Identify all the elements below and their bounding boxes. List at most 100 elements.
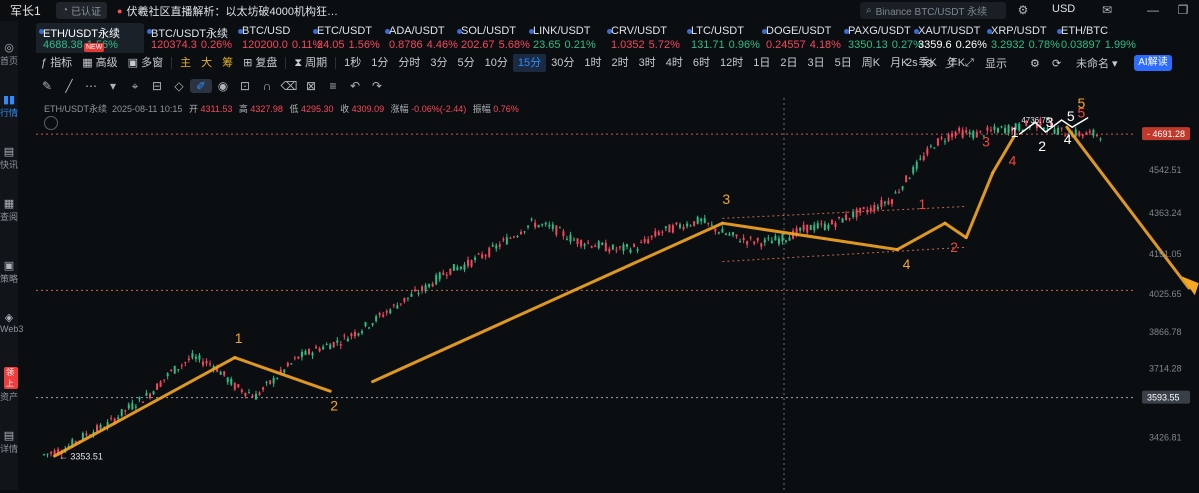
sidebar-item-strategy[interactable]: ▣ 策略 — [0, 259, 18, 285]
share-icon[interactable]: ⤴ — [945, 54, 956, 72]
toolbar-item-17[interactable]: 2时 — [607, 54, 634, 72]
price-chart[interactable]: 1 2 3 4 5 1 2 3 4 5 1 2 3 4 5 ← 3353.51 4736.78 4542.51 43… — [36, 95, 1199, 490]
candle-body — [608, 248, 611, 252]
tab-last-price: 0.24557 — [766, 39, 806, 51]
toolbar-item-9[interactable]: 1分 — [366, 54, 393, 72]
sidebar-item-home[interactable]: ◎ 首页 — [0, 41, 18, 67]
undo-icon[interactable]: ↶ — [344, 79, 366, 93]
candle-body — [177, 369, 180, 371]
tab-ltc-usdt[interactable]: LTC/USDT 131.71 0.96% — [684, 23, 760, 53]
sidebar-item-web3[interactable]: ◈ Web3 — [0, 311, 23, 334]
toolbar-item-4[interactable]: 大 — [196, 54, 217, 72]
toolbar-item-16[interactable]: 1时 — [579, 54, 606, 72]
tab-price: 4688.381.56% — [43, 39, 118, 51]
fullscreen-icon[interactable]: ⤢ — [965, 54, 974, 72]
tab-btc-usdt--[interactable]: BTC/USDT永续 120374.3 0.26% — [144, 23, 235, 53]
tab-eth-btc[interactable]: ETH/BTC 0.03897 1.99% — [1054, 23, 1136, 53]
toolbar-item-6[interactable]: ⊞ 复盘 — [238, 54, 282, 72]
tab-btc-usd[interactable]: BTC/USD 120200.0 0.11% — [235, 23, 322, 53]
camera-icon[interactable]: ⊙ — [925, 54, 934, 72]
trend-line-icon[interactable]: ╱ — [58, 79, 80, 93]
ai-interpret-button[interactable]: AI解读 — [1134, 55, 1172, 71]
toolbar-label: 周期 — [305, 57, 328, 69]
toolbar-item-2[interactable]: ▣ 多窗 — [123, 54, 168, 72]
toolbar-item-7[interactable]: ⧗ 周期 — [289, 54, 332, 72]
marker-icon[interactable]: ◇ — [168, 79, 190, 93]
sidebar-item-news[interactable]: ▤ 快讯 — [0, 145, 18, 171]
candle-body — [255, 393, 257, 400]
candle-body — [286, 362, 289, 367]
toolbar-item-21[interactable]: 12时 — [715, 54, 748, 72]
toolbar-item-10[interactable]: 分时 — [393, 54, 425, 72]
layout-select[interactable]: 未命名 ▾ — [1076, 54, 1118, 72]
toolbar-item-12[interactable]: 5分 — [453, 54, 480, 72]
tab-last-price: 4688.38 — [43, 39, 83, 51]
redo-icon[interactable]: ↷ — [366, 79, 388, 93]
toolbar-item-11[interactable]: 3分 — [425, 54, 452, 72]
brush-icon[interactable]: ✐ — [190, 79, 212, 93]
toolbar-item-8[interactable]: 1秒 — [339, 54, 366, 72]
pen-icon[interactable]: ✎ — [36, 79, 58, 93]
restore-icon[interactable]: ❐ — [1176, 3, 1190, 17]
currency-select[interactable]: USD — [1052, 3, 1075, 15]
toolbar-item-1[interactable]: ▦ 高级 — [77, 54, 122, 72]
ruler-icon[interactable]: ⊟ — [146, 79, 168, 93]
toolbar-item-18[interactable]: 3时 — [634, 54, 661, 72]
tab-link-usdt[interactable]: LINK/USDT 23.65 0.21% — [526, 23, 604, 53]
toolbar-item-13[interactable]: 10分 — [480, 54, 513, 72]
candle-body — [378, 313, 381, 316]
settings-icon[interactable]: ⚙ — [1016, 3, 1030, 17]
toolbar-item-14[interactable]: 15分 — [512, 54, 547, 72]
tab-sol-usdt[interactable]: SOL/USDT 202.67 5.68% — [454, 23, 530, 53]
search-input[interactable]: Binance BTC/USDT 永续 — [876, 3, 988, 18]
wave-label-red: 4 — [1009, 153, 1017, 169]
gear-icon[interactable]: ⚙ — [1030, 54, 1040, 72]
toolbar-item-19[interactable]: 4时 — [661, 54, 688, 72]
refresh-interval[interactable]: 2s — [906, 54, 918, 72]
more-tools-icon[interactable]: ⋯ — [80, 79, 102, 93]
lock-icon[interactable]: ⊡ — [234, 79, 256, 93]
refresh-icon[interactable]: ⟳ — [1052, 54, 1061, 72]
news-ticker[interactable]: 伏羲社区直播解析：以太坊破4000机构狂… — [126, 3, 337, 19]
tab-crv-usdt[interactable]: CRV/USDT 1.0352 5.72% — [604, 23, 684, 53]
mail-icon[interactable]: ✉ — [1100, 3, 1114, 17]
candle-body — [590, 245, 593, 248]
tab-eth-usdt--[interactable]: ETH/USDT永续4688.381.56%NEW — [36, 23, 144, 53]
toolbar-item-15[interactable]: 30分 — [546, 54, 579, 72]
toolbar-item-5[interactable]: 筹 — [217, 54, 238, 72]
sidebar-item-market[interactable]: ▮▮ 行情 — [0, 93, 18, 119]
search-box[interactable]: ⌕ Binance BTC/USDT 永续 — [860, 2, 1006, 19]
sidebar-item-lookup[interactable]: ▦ 查阅 — [0, 197, 18, 223]
cursor-icon[interactable]: ⌖ — [124, 79, 146, 94]
tab-xaut-usdt[interactable]: XAUT/USDT 3359.6 0.26% — [911, 23, 987, 53]
candle-body — [477, 253, 480, 255]
magnet-icon[interactable]: ∩ — [256, 79, 278, 93]
toolbar-item-22[interactable]: 1日 — [748, 54, 775, 72]
eye-icon[interactable]: ◉ — [212, 79, 234, 93]
layers-icon[interactable]: ≡ — [322, 79, 344, 93]
toolbar-item-3[interactable]: 主 — [175, 54, 196, 72]
minimize-icon[interactable]: — — [1146, 3, 1160, 17]
tab-etc-usdt[interactable]: ETC/USDT 24.05 1.56% — [310, 23, 382, 53]
toolbar-item-0[interactable]: ƒ 指标 — [36, 54, 77, 72]
toolbar-item-24[interactable]: 3日 — [803, 54, 830, 72]
toolbar-item-23[interactable]: 2日 — [775, 54, 802, 72]
candle-body — [269, 380, 272, 385]
toolbar-item-25[interactable]: 5日 — [830, 54, 857, 72]
tab-paxg-usdt[interactable]: PAXG/USDT 3350.13 0.27% — [841, 23, 923, 53]
trash-icon[interactable]: ⊠ — [300, 79, 322, 93]
tab-ada-usdt[interactable]: ADA/USDT 0.8786 4.46% — [382, 23, 458, 53]
eraser-icon[interactable]: ⌫ — [278, 79, 300, 93]
display-toggle[interactable]: 显示 — [985, 54, 1007, 72]
candle-body — [573, 239, 575, 241]
chart-canvas[interactable]: 123451234512345← 3353.514736.784542.5143… — [36, 95, 1199, 490]
sidebar-item-details[interactable]: ▤ 详情 — [0, 429, 18, 455]
tab-doge-usdt[interactable]: DOGE/USDT 0.24557 4.18% — [759, 23, 841, 53]
wave-label-white: 2 — [1038, 138, 1046, 154]
chevron-down-icon[interactable]: ▾ — [102, 79, 124, 93]
toolbar-item-26[interactable]: 周K — [857, 54, 885, 72]
tab-xrp-usdt[interactable]: XRP/USDT 3.2932 0.78% — [984, 23, 1060, 53]
toolbar-item-20[interactable]: 6时 — [688, 54, 715, 72]
username[interactable]: 军长1 — [0, 2, 56, 19]
collapse-legend-icon[interactable] — [44, 116, 58, 130]
